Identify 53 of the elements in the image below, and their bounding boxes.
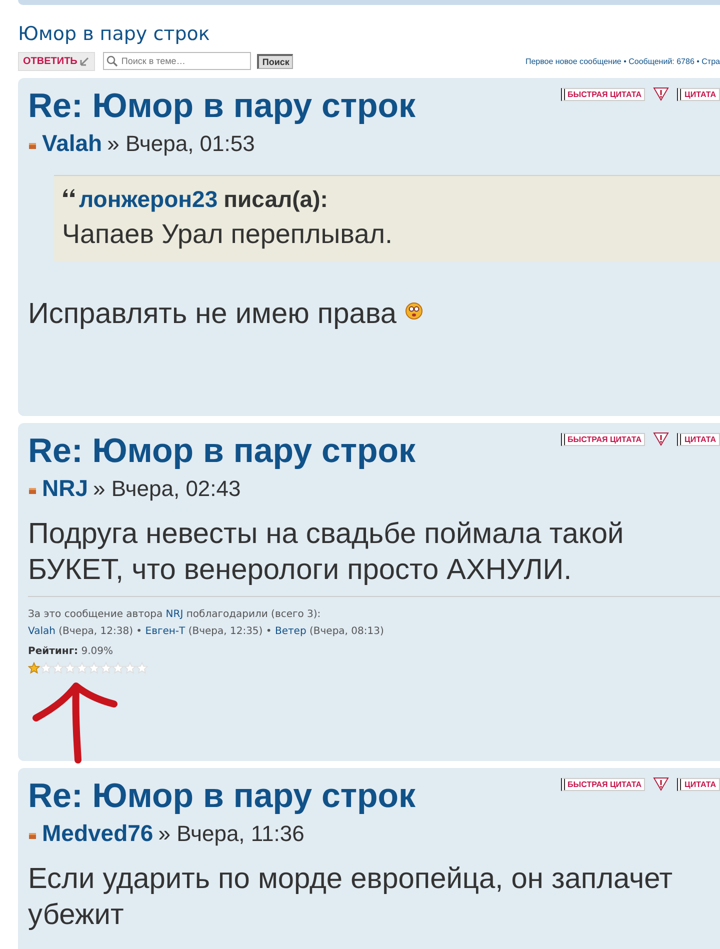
- post-text: Если ударить по морде европейца, он заплачет убежит: [28, 862, 673, 933]
- user-link[interactable]: Евген-Т: [145, 626, 186, 637]
- quote-author-link[interactable]: лонжерон23: [79, 186, 218, 213]
- quick-quote-button[interactable]: БЫСТРАЯ ЦИТАТА: [560, 432, 646, 446]
- star-icon: [88, 662, 100, 674]
- quick-quote-button[interactable]: БЫСТРАЯ ЦИТАТА: [560, 88, 646, 100]
- user-link[interactable]: Ветер: [274, 626, 306, 637]
- search-button[interactable]: Поиск: [257, 54, 294, 68]
- star-rating[interactable]: [28, 662, 148, 674]
- user-link[interactable]: Valah: [28, 626, 56, 637]
- quick-quote-button[interactable]: БЫСТРАЯ ЦИТАТА: [560, 778, 646, 790]
- star-icon: [28, 662, 40, 674]
- star-icon: [100, 662, 112, 674]
- star-icon: [64, 662, 76, 674]
- quote-button[interactable]: ЦИТАТА: [677, 778, 720, 790]
- post-time: » Вчера, 02:43: [93, 476, 241, 502]
- topic-title[interactable]: Юмор в пару строк: [18, 22, 720, 46]
- arrow-icon: [80, 56, 90, 66]
- post-icon: [28, 831, 37, 840]
- post-title[interactable]: Re: Юмор в пару строк: [28, 433, 416, 469]
- post-time: » Вчера, 01:53: [107, 130, 255, 156]
- post-title[interactable]: Re: Юмор в пару строк: [28, 88, 416, 124]
- reply-button[interactable]: ОТВЕТИТЬ: [18, 52, 96, 70]
- star-icon: [40, 662, 52, 674]
- warning-icon: [653, 777, 670, 791]
- post-title[interactable]: Re: Юмор в пару строк: [28, 778, 416, 814]
- search-icon: [106, 55, 118, 67]
- quote-label: писал(а):: [224, 186, 328, 213]
- post-text: Подруга невесты на свадьбе поймала такой БУКЕТ, что венерологи просто АХНУЛИ.: [28, 517, 624, 588]
- quote-button[interactable]: ЦИТАТА: [677, 88, 720, 100]
- star-icon: [136, 662, 148, 674]
- quote-button[interactable]: ЦИТАТА: [677, 432, 720, 446]
- author-link[interactable]: Valah: [42, 130, 102, 157]
- rating-text: Рейтинг: 9.09%: [28, 646, 114, 657]
- quote-icon: [62, 188, 76, 198]
- author-link[interactable]: Medved76: [42, 820, 154, 847]
- topic-info: Первое новое сообщение • Сообщений: 6786 • Стра: [525, 56, 720, 66]
- quote-text: Чапаев Урал переплывал.: [62, 219, 394, 250]
- post-icon: [28, 486, 37, 495]
- star-icon: [52, 662, 64, 674]
- star-icon: [124, 662, 136, 674]
- warning-icon: [653, 432, 670, 446]
- star-icon: [112, 662, 124, 674]
- author-link[interactable]: NRJ: [42, 475, 88, 502]
- star-icon: [76, 662, 88, 674]
- search-field[interactable]: Поиск в теме…: [103, 52, 252, 70]
- author-link[interactable]: NRJ: [166, 609, 184, 620]
- post-time: » Вчера, 11:36: [158, 820, 304, 846]
- thanks-text: За это сообщение автора NRJ поблагодарили (всего 3):: [28, 608, 322, 622]
- post-icon: [28, 141, 37, 150]
- thanks-list: Valah (Вчера, 12:38) • Евген-Т (Вчера, 12:35) • Ветер (Вчера, 08:13): [28, 623, 720, 640]
- warning-icon: [653, 87, 670, 101]
- post-text: Исправлять не имею права: [28, 297, 397, 332]
